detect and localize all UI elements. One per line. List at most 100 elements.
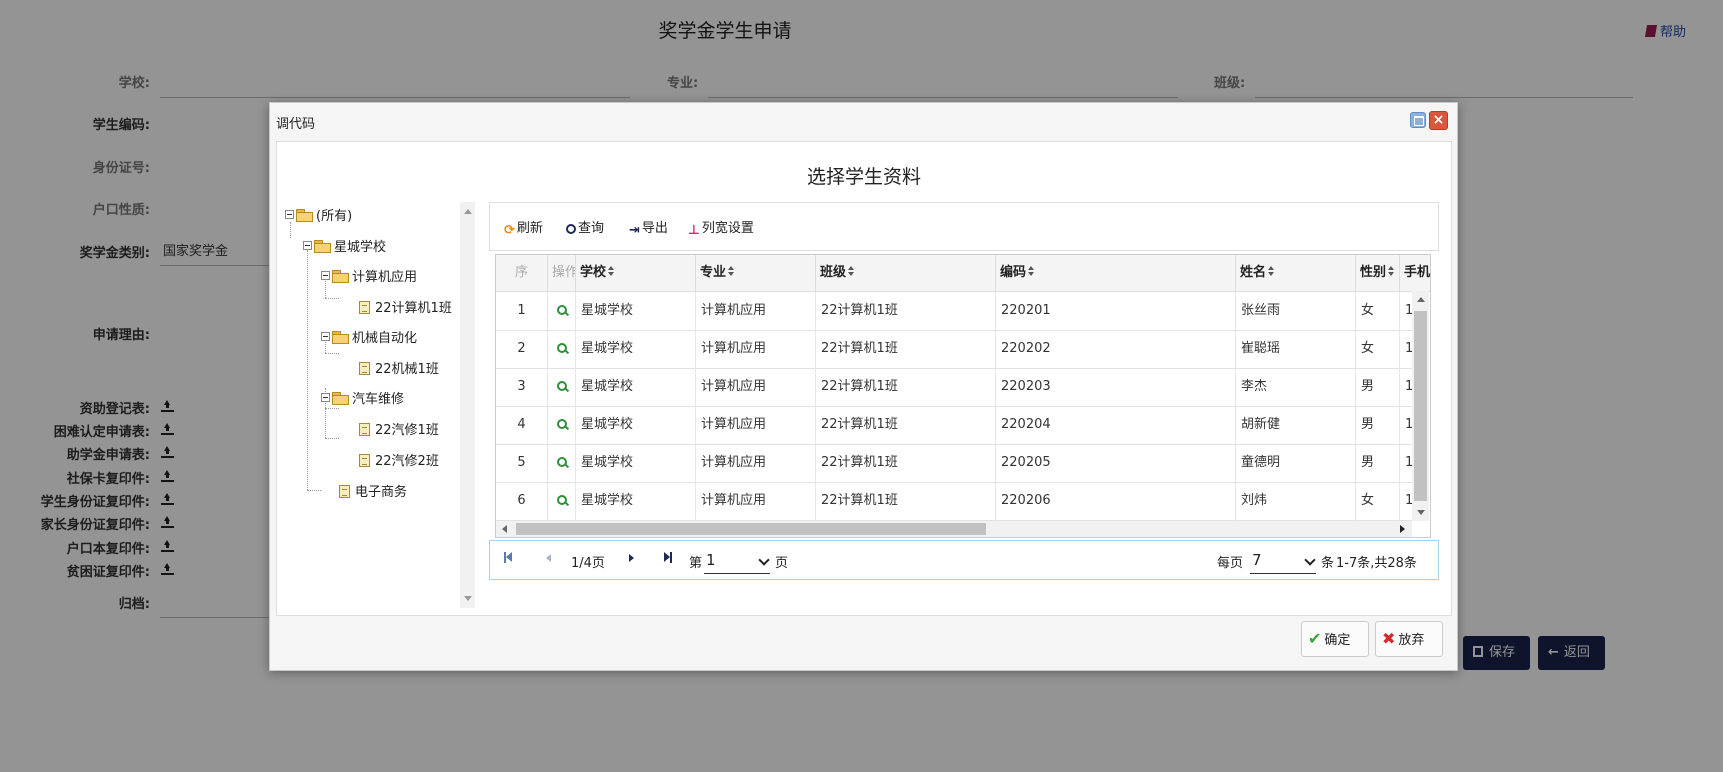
column-header-class[interactable]: 班级: [816, 255, 996, 291]
select-student-dialog: 调代码 × 选择学生资料 (所有) 星城学校 计算机应用 22计算机1班 机械自…: [269, 102, 1458, 671]
collapse-icon[interactable]: [321, 332, 330, 341]
cell-no: 5: [496, 444, 548, 482]
cross-icon: ✖: [1382, 629, 1396, 648]
cell-class: 22计算机1班: [816, 444, 996, 482]
table-row[interactable]: 3 星城学校 计算机应用 22计算机1班 220203 李杰 男 1: [496, 368, 1412, 407]
cell-phone: 1: [1400, 292, 1412, 330]
chevron-down-icon: [1304, 554, 1316, 566]
cell-gender: 女: [1356, 292, 1400, 330]
tree-node-all[interactable]: (所有): [285, 207, 352, 227]
last-page-icon: [670, 552, 672, 563]
per-page-suffix: 条: [1321, 556, 1335, 571]
column-header-no: 序: [496, 255, 548, 291]
view-button[interactable]: [548, 330, 576, 368]
confirm-button[interactable]: ✔ 确定: [1301, 621, 1369, 657]
refresh-label: 刷新: [516, 221, 543, 236]
vertical-scroll-thumb[interactable]: [1414, 311, 1427, 501]
view-button[interactable]: [548, 292, 576, 330]
document-icon: [359, 454, 370, 467]
tree-node-major[interactable]: 计算机应用: [321, 268, 417, 288]
column-header-code[interactable]: 编码: [996, 255, 1236, 291]
grid-horizontal-scrollbar[interactable]: [496, 521, 1412, 537]
column-header-major[interactable]: 专业: [696, 255, 816, 291]
tree-node-major[interactable]: 机械自动化: [321, 329, 417, 349]
column-header-action: 操作: [548, 255, 576, 291]
export-button[interactable]: ⇥ 导出: [629, 217, 668, 238]
table-row[interactable]: 4 星城学校 计算机应用 22计算机1班 220204 胡新健 男 1: [496, 406, 1412, 445]
cell-major: 计算机应用: [696, 444, 816, 482]
tree-connector: [325, 353, 339, 354]
cell-name: 胡新健: [1236, 406, 1356, 444]
collapse-icon[interactable]: [321, 393, 330, 402]
cell-phone: 1: [1400, 444, 1412, 482]
column-header-name[interactable]: 姓名: [1236, 255, 1356, 291]
cell-major: 计算机应用: [696, 368, 816, 406]
table-row[interactable]: 2 星城学校 计算机应用 22计算机1班 220202 崔聪瑶 女 1: [496, 330, 1412, 369]
cell-no: 1: [496, 292, 548, 330]
class-tree: (所有) 星城学校 计算机应用 22计算机1班 机械自动化 22机械1班 汽车维…: [283, 202, 452, 608]
sort-icon[interactable]: [728, 266, 735, 277]
tree-scrollbar[interactable]: [460, 202, 475, 608]
tree-node-major[interactable]: 电子商务: [339, 483, 407, 503]
tree-node-class[interactable]: 22计算机1班: [359, 299, 452, 319]
page-prefix: 第: [689, 556, 703, 571]
grid-vertical-scrollbar[interactable]: [1412, 291, 1429, 521]
column-header-label: 姓名: [1240, 265, 1267, 280]
sort-icon[interactable]: [1268, 266, 1275, 277]
cell-class: 22计算机1班: [816, 292, 996, 330]
column-header-phone[interactable]: 手机: [1400, 255, 1430, 291]
next-page-icon: [629, 554, 634, 562]
tree-node-class[interactable]: 22机械1班: [359, 360, 439, 380]
tree-node-class[interactable]: 22汽修1班: [359, 421, 439, 441]
cell-code: 220203: [996, 368, 1236, 406]
query-button[interactable]: 查询: [566, 217, 604, 236]
maximize-icon[interactable]: [1410, 112, 1426, 128]
view-button[interactable]: [548, 444, 576, 482]
prev-page-button[interactable]: [546, 551, 551, 566]
sort-icon[interactable]: [848, 266, 855, 277]
scroll-left-icon[interactable]: [502, 525, 507, 533]
tree-node-class[interactable]: 22汽修2班: [359, 452, 439, 472]
dialog-header[interactable]: 调代码 ×: [270, 103, 1457, 139]
view-button[interactable]: [548, 406, 576, 444]
collapse-icon[interactable]: [285, 210, 294, 219]
sort-icon[interactable]: [1388, 266, 1395, 277]
scroll-up-icon[interactable]: [464, 209, 472, 214]
record-summary: 1-7条,共28条: [1336, 556, 1417, 571]
collapse-icon[interactable]: [303, 241, 312, 250]
tree-node-label: 汽车维修: [352, 392, 405, 407]
confirm-label: 确定: [1324, 633, 1351, 648]
column-header-gender[interactable]: 性别: [1356, 255, 1400, 291]
tree-node-school[interactable]: 星城学校: [303, 238, 386, 258]
scroll-up-icon[interactable]: [1417, 297, 1425, 302]
scroll-down-icon[interactable]: [1417, 510, 1425, 515]
column-width-button[interactable]: ⊥ 列宽设置: [688, 217, 754, 238]
column-width-label: 列宽设置: [701, 221, 754, 236]
first-page-button[interactable]: [504, 551, 512, 566]
sort-icon[interactable]: [608, 266, 615, 277]
page-select[interactable]: 1: [704, 547, 770, 574]
tree-node-major[interactable]: 汽车维修: [321, 390, 404, 410]
tree-connector: [325, 438, 339, 439]
scroll-down-icon[interactable]: [464, 596, 472, 601]
cell-code: 220205: [996, 444, 1236, 482]
cell-no: 3: [496, 368, 548, 406]
refresh-button[interactable]: ⟳ 刷新: [504, 217, 543, 238]
grid-header: 序 操作 学校 专业 班级 编码 姓名 性别 手机: [496, 255, 1430, 292]
cancel-button[interactable]: ✖ 放弃: [1375, 621, 1443, 657]
collapse-icon[interactable]: [321, 271, 330, 280]
grid-toolbar: ⟳ 刷新 查询 ⇥ 导出 ⊥ 列宽设置: [489, 202, 1439, 251]
column-header-school[interactable]: 学校: [576, 255, 696, 291]
close-icon[interactable]: ×: [1429, 111, 1448, 130]
sort-icon[interactable]: [1028, 266, 1035, 277]
horizontal-scroll-thumb[interactable]: [516, 523, 986, 535]
view-button[interactable]: [548, 368, 576, 406]
table-row[interactable]: 5 星城学校 计算机应用 22计算机1班 220205 童德明 男 1: [496, 444, 1412, 483]
scroll-right-icon[interactable]: [1400, 525, 1405, 533]
cell-no: 4: [496, 406, 548, 444]
last-page-button[interactable]: [664, 551, 672, 566]
table-row[interactable]: 1 星城学校 计算机应用 22计算机1班 220201 张丝雨 女 1: [496, 292, 1412, 331]
next-page-button[interactable]: [629, 551, 634, 566]
per-page-select[interactable]: 7: [1250, 547, 1316, 574]
document-icon: [359, 301, 370, 314]
